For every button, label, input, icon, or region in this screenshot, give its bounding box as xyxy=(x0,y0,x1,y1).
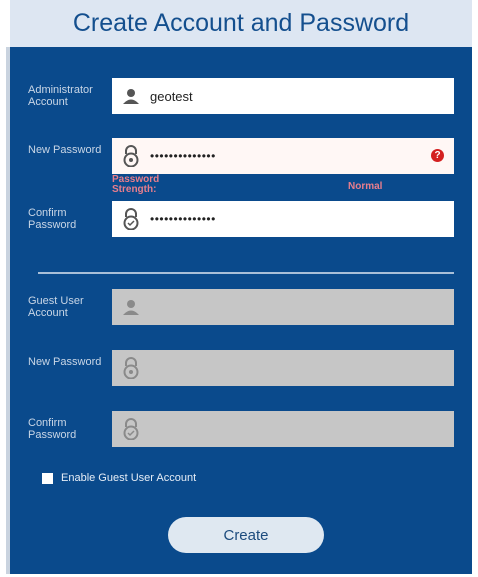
enable-guest-checkbox[interactable] xyxy=(42,472,53,484)
section-divider xyxy=(38,272,454,274)
lock-icon xyxy=(112,145,150,167)
admin-confirm-field[interactable]: •••••••••••••• xyxy=(112,201,454,237)
admin-password-label: New Password xyxy=(28,144,102,156)
page-title: Create Account and Password xyxy=(72,9,410,37)
enable-guest-row[interactable]: Enable Guest User Account xyxy=(42,472,196,484)
user-icon xyxy=(112,87,150,105)
lock-icon xyxy=(112,357,150,379)
password-strength-label: Password Strength: xyxy=(112,174,160,195)
lock-icon xyxy=(112,208,150,230)
admin-account-value: geotest xyxy=(150,88,193,104)
admin-account-field[interactable]: geotest xyxy=(112,78,454,114)
password-strength-value: Normal xyxy=(348,181,383,192)
admin-account-label: Administrator Account xyxy=(28,84,93,108)
guest-confirm-label: Confirm Password xyxy=(28,417,77,441)
create-button-label: Create xyxy=(223,526,269,544)
lock-icon xyxy=(112,418,150,440)
user-icon xyxy=(112,298,150,316)
guest-password-label: New Password xyxy=(28,356,102,368)
guest-account-label: Guest User Account xyxy=(28,295,84,319)
admin-password-value: •••••••••••••• xyxy=(150,149,216,163)
enable-guest-label[interactable]: Enable Guest User Account xyxy=(61,472,196,484)
page-header: Create Account and Password xyxy=(10,0,472,47)
guest-confirm-field[interactable] xyxy=(112,411,454,447)
admin-confirm-value: •••••••••••••• xyxy=(150,212,216,226)
question-icon[interactable]: ? xyxy=(431,149,444,162)
guest-account-field[interactable] xyxy=(112,289,454,325)
create-button[interactable]: Create xyxy=(168,517,324,553)
admin-password-field[interactable]: •••••••••••••• ? xyxy=(112,138,454,174)
guest-password-field[interactable] xyxy=(112,350,454,386)
admin-confirm-label: Confirm Password xyxy=(28,207,77,231)
